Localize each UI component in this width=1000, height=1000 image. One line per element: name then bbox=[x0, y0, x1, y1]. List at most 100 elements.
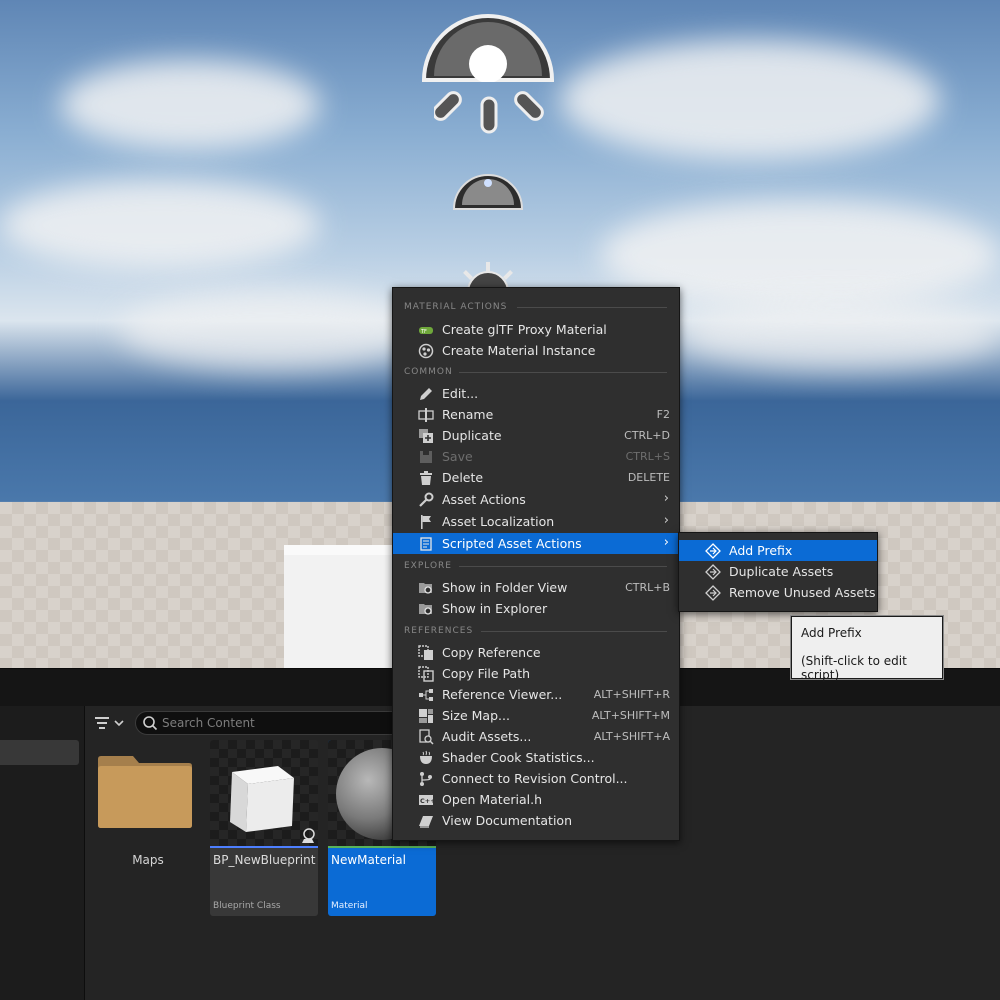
folder-search-icon bbox=[419, 583, 432, 594]
flag-icon bbox=[421, 515, 431, 529]
menu-item-shortcut: ALT+SHIFT+A bbox=[593, 730, 670, 743]
trash-icon bbox=[420, 471, 432, 485]
menu-item-label: Create glTF Proxy Material bbox=[442, 322, 607, 337]
menu-item-label: Scripted Asset Actions bbox=[442, 536, 582, 551]
menu-item-rename[interactable]: Rename F2 bbox=[393, 404, 679, 425]
menu-item-label: Duplicate bbox=[442, 428, 502, 443]
size-map-icon bbox=[419, 709, 433, 723]
script-action-icon bbox=[705, 585, 721, 601]
script-icon bbox=[420, 537, 432, 551]
menu-item-label: Save bbox=[442, 449, 473, 464]
menu-item-reference-viewer[interactable]: Reference Viewer... ALT+SHIFT+R bbox=[393, 684, 679, 705]
filter-button[interactable] bbox=[92, 712, 128, 734]
section-divider bbox=[517, 307, 667, 308]
section-divider bbox=[459, 372, 667, 373]
menu-item-asset-actions[interactable]: Asset Actions › bbox=[393, 489, 679, 510]
submenu-item-duplicate-assets[interactable]: Duplicate Assets bbox=[679, 561, 877, 582]
duplicate-icon bbox=[419, 429, 433, 443]
menu-item-delete[interactable]: Delete DELETE bbox=[393, 467, 679, 488]
menu-item-label: Size Map... bbox=[442, 708, 510, 723]
menu-item-duplicate[interactable]: Duplicate CTRL+D bbox=[393, 425, 679, 446]
section-header-material-actions: MATERIAL ACTIONS bbox=[404, 302, 508, 312]
cube-thumbnail-icon bbox=[230, 766, 294, 832]
menu-item-asset-localization[interactable]: Asset Localization › bbox=[393, 511, 679, 532]
menu-item-label: Reference Viewer... bbox=[442, 687, 563, 702]
script-action-icon bbox=[705, 564, 721, 580]
menu-item-create-material-instance[interactable]: Create Material Instance bbox=[393, 340, 679, 361]
tooltip-hint: (Shift-click to edit script) bbox=[801, 654, 907, 682]
menu-item-shortcut: DELETE bbox=[627, 471, 670, 484]
menu-item-label: Show in Explorer bbox=[442, 601, 548, 616]
revision-control-icon bbox=[420, 772, 432, 786]
cloud bbox=[60, 60, 320, 150]
menu-item-size-map[interactable]: Size Map... ALT+SHIFT+M bbox=[393, 705, 679, 726]
menu-item-label: Audit Assets... bbox=[442, 729, 532, 744]
menu-item-label: Shader Cook Statistics... bbox=[442, 750, 595, 765]
cloud bbox=[0, 180, 320, 270]
menu-item-label: Create Material Instance bbox=[442, 343, 596, 358]
menu-item-shortcut: CTRL+S bbox=[625, 450, 670, 463]
menu-item-label: Remove Unused Assets bbox=[729, 585, 876, 600]
asset-context-menu: MATERIAL ACTIONS TF Create glTF Proxy Ma… bbox=[392, 287, 680, 841]
chevron-right-icon: › bbox=[663, 535, 669, 550]
tooltip: Add Prefix (Shift-click to edit script) bbox=[791, 616, 943, 682]
shader-icon bbox=[420, 750, 432, 764]
cloud bbox=[120, 290, 420, 370]
menu-item-label: Connect to Revision Control... bbox=[442, 771, 628, 786]
copy-icon bbox=[418, 645, 433, 660]
section-header-explore: EXPLORE bbox=[404, 561, 452, 571]
menu-item-connect-revision-control[interactable]: Connect to Revision Control... bbox=[393, 768, 679, 789]
asset-type-label: Material bbox=[331, 901, 368, 911]
material-instance-icon bbox=[418, 343, 434, 359]
menu-item-audit-assets[interactable]: Audit Assets... ALT+SHIFT+A bbox=[393, 726, 679, 747]
sources-selected-row[interactable] bbox=[0, 740, 79, 765]
menu-item-label: Rename bbox=[442, 407, 494, 422]
svg-text:TF: TF bbox=[420, 329, 427, 335]
maps-folder-tile[interactable] bbox=[97, 755, 193, 829]
menu-item-label: Add Prefix bbox=[729, 543, 793, 558]
menu-item-scripted-asset-actions[interactable]: Scripted Asset Actions › bbox=[393, 533, 679, 554]
section-header-references: REFERENCES bbox=[404, 626, 474, 636]
search-box[interactable] bbox=[135, 711, 407, 735]
rename-icon bbox=[418, 408, 434, 422]
menu-item-shader-cook-statistics[interactable]: Shader Cook Statistics... bbox=[393, 747, 679, 768]
asset-tile-blueprint[interactable]: BP_NewBlueprint Blueprint Class bbox=[210, 740, 318, 916]
svg-text:C++: C++ bbox=[420, 797, 434, 805]
directional-light-icon[interactable] bbox=[420, 2, 556, 82]
menu-item-copy-file-path[interactable]: Copy File Path bbox=[393, 663, 679, 684]
section-divider bbox=[459, 566, 667, 567]
book-icon bbox=[419, 816, 433, 828]
menu-item-shortcut: ALT+SHIFT+R bbox=[593, 688, 670, 701]
pencil-icon bbox=[420, 388, 432, 400]
menu-item-show-in-folder-view[interactable]: Show in Folder View CTRL+B bbox=[393, 577, 679, 598]
menu-item-edit[interactable]: Edit... bbox=[393, 383, 679, 404]
asset-type-label: Blueprint Class bbox=[213, 901, 281, 911]
submenu-item-remove-unused-assets[interactable]: Remove Unused Assets bbox=[679, 582, 877, 603]
search-input[interactable] bbox=[162, 715, 392, 731]
audit-icon bbox=[419, 729, 434, 745]
asset-type-underline bbox=[328, 846, 436, 848]
submenu-item-add-prefix[interactable]: Add Prefix bbox=[679, 540, 877, 561]
menu-item-label: Copy Reference bbox=[442, 645, 541, 660]
filter-icon bbox=[95, 717, 124, 729]
menu-item-open-material-h[interactable]: C++ Open Material.h bbox=[393, 789, 679, 810]
menu-item-save: Save CTRL+S bbox=[393, 446, 679, 467]
menu-item-copy-reference[interactable]: Copy Reference bbox=[393, 642, 679, 663]
scripted-actions-submenu: Add Prefix Duplicate Assets Remove Unuse… bbox=[678, 532, 878, 612]
tooltip-title: Add Prefix bbox=[801, 626, 862, 640]
menu-item-view-documentation[interactable]: View Documentation bbox=[393, 810, 679, 831]
folder-search-icon bbox=[419, 604, 432, 615]
menu-item-label: Asset Localization bbox=[442, 514, 555, 529]
sky-light-icon[interactable] bbox=[452, 155, 524, 211]
folder-icon bbox=[98, 756, 192, 828]
menu-item-create-gltf-proxy[interactable]: TF Create glTF Proxy Material bbox=[393, 319, 679, 340]
actor-class-icon bbox=[302, 828, 315, 843]
section-header-common: COMMON bbox=[404, 367, 453, 377]
cpp-icon: C++ bbox=[419, 795, 434, 805]
copy-icon bbox=[418, 666, 434, 682]
menu-item-show-in-explorer[interactable]: Show in Explorer bbox=[393, 598, 679, 619]
asset-type-underline bbox=[210, 846, 318, 848]
menu-item-shortcut: CTRL+D bbox=[624, 429, 670, 442]
menu-item-label: Open Material.h bbox=[442, 792, 543, 807]
asset-thumbnail bbox=[210, 740, 318, 846]
